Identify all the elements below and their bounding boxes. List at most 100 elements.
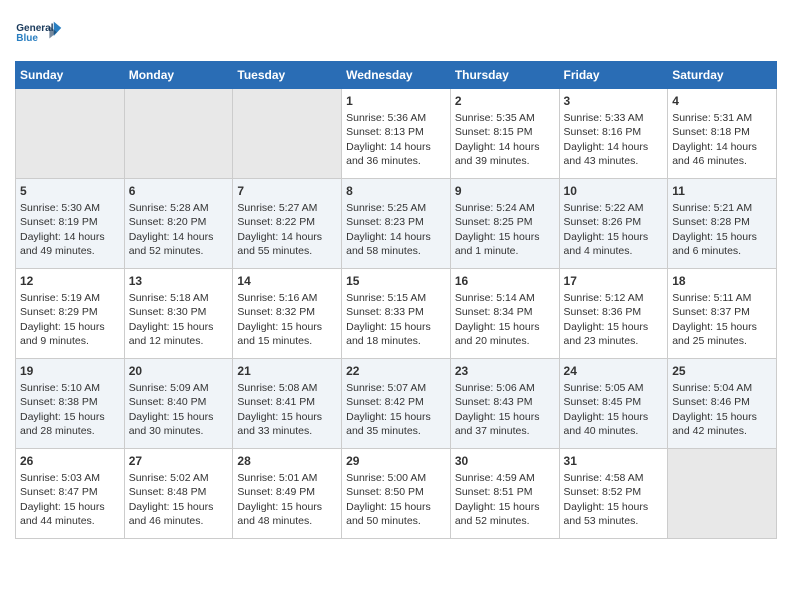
calendar-table: SundayMondayTuesdayWednesdayThursdayFrid… bbox=[15, 61, 777, 539]
svg-text:General: General bbox=[16, 23, 53, 34]
day-number: 21 bbox=[237, 363, 337, 379]
calendar-cell: 9 Sunrise: 5:24 AMSunset: 8:25 PMDaylight… bbox=[450, 179, 559, 269]
day-number: 4 bbox=[672, 93, 772, 109]
day-info: Sunrise: 4:58 AMSunset: 8:52 PMDaylight:… bbox=[564, 471, 664, 528]
day-info: Sunrise: 5:14 AMSunset: 8:34 PMDaylight:… bbox=[455, 291, 555, 348]
day-number: 2 bbox=[455, 93, 555, 109]
day-number: 3 bbox=[564, 93, 664, 109]
day-number: 11 bbox=[672, 183, 772, 199]
day-number: 8 bbox=[346, 183, 446, 199]
day-info: Sunrise: 5:06 AMSunset: 8:43 PMDaylight:… bbox=[455, 381, 555, 438]
day-number: 25 bbox=[672, 363, 772, 379]
day-info: Sunrise: 5:28 AMSunset: 8:20 PMDaylight:… bbox=[129, 201, 229, 258]
day-number: 5 bbox=[20, 183, 120, 199]
day-number: 29 bbox=[346, 453, 446, 469]
calendar-cell: 25 Sunrise: 5:04 AMSunset: 8:46 PMDayligh… bbox=[668, 359, 777, 449]
calendar-cell: 16 Sunrise: 5:14 AMSunset: 8:34 PMDayligh… bbox=[450, 269, 559, 359]
day-info: Sunrise: 5:05 AMSunset: 8:45 PMDaylight:… bbox=[564, 381, 664, 438]
calendar-cell bbox=[233, 89, 342, 179]
day-info: Sunrise: 5:31 AMSunset: 8:18 PMDaylight:… bbox=[672, 111, 772, 168]
day-info: Sunrise: 5:27 AMSunset: 8:22 PMDaylight:… bbox=[237, 201, 337, 258]
header-day-tuesday: Tuesday bbox=[233, 62, 342, 89]
day-number: 17 bbox=[564, 273, 664, 289]
day-number: 22 bbox=[346, 363, 446, 379]
day-info: Sunrise: 5:08 AMSunset: 8:41 PMDaylight:… bbox=[237, 381, 337, 438]
calendar-cell: 20 Sunrise: 5:09 AMSunset: 8:40 PMDayligh… bbox=[124, 359, 233, 449]
day-info: Sunrise: 4:59 AMSunset: 8:51 PMDaylight:… bbox=[455, 471, 555, 528]
calendar-week-1: 1 Sunrise: 5:36 AMSunset: 8:13 PMDaylight… bbox=[16, 89, 777, 179]
calendar-cell: 2 Sunrise: 5:35 AMSunset: 8:15 PMDaylight… bbox=[450, 89, 559, 179]
day-number: 1 bbox=[346, 93, 446, 109]
calendar-cell: 15Sunrise: 5:15 AMSunset: 8:33 PMDayligh… bbox=[342, 269, 451, 359]
day-info: Sunrise: 5:02 AMSunset: 8:48 PMDaylight:… bbox=[129, 471, 229, 528]
calendar-cell: 3 Sunrise: 5:33 AMSunset: 8:16 PMDaylight… bbox=[559, 89, 668, 179]
calendar-cell bbox=[668, 449, 777, 539]
day-number: 26 bbox=[20, 453, 120, 469]
calendar-header-row: SundayMondayTuesdayWednesdayThursdayFrid… bbox=[16, 62, 777, 89]
day-info: Sunrise: 5:11 AMSunset: 8:37 PMDaylight:… bbox=[672, 291, 772, 348]
day-number: 30 bbox=[455, 453, 555, 469]
day-info: Sunrise: 5:12 AMSunset: 8:36 PMDaylight:… bbox=[564, 291, 664, 348]
calendar-cell: 21 Sunrise: 5:08 AMSunset: 8:41 PMDayligh… bbox=[233, 359, 342, 449]
day-number: 28 bbox=[237, 453, 337, 469]
day-info: Sunrise: 5:33 AMSunset: 8:16 PMDaylight:… bbox=[564, 111, 664, 168]
day-info: Sunrise: 5:15 AMSunset: 8:33 PMDaylight:… bbox=[346, 291, 446, 348]
header-day-saturday: Saturday bbox=[668, 62, 777, 89]
day-number: 16 bbox=[455, 273, 555, 289]
calendar-cell: 14 Sunrise: 5:16 AMSunset: 8:32 PMDayligh… bbox=[233, 269, 342, 359]
day-number: 18 bbox=[672, 273, 772, 289]
calendar-week-2: 5 Sunrise: 5:30 AMSunset: 8:19 PMDaylight… bbox=[16, 179, 777, 269]
calendar-cell: 27Sunrise: 5:02 AMSunset: 8:48 PMDayligh… bbox=[124, 449, 233, 539]
svg-text:Blue: Blue bbox=[16, 33, 38, 44]
day-number: 20 bbox=[129, 363, 229, 379]
header-day-friday: Friday bbox=[559, 62, 668, 89]
calendar-week-3: 12 Sunrise: 5:19 AMSunset: 8:29 PMDayligh… bbox=[16, 269, 777, 359]
day-number: 31 bbox=[564, 453, 664, 469]
calendar-cell: 1 Sunrise: 5:36 AMSunset: 8:13 PMDaylight… bbox=[342, 89, 451, 179]
day-number: 14 bbox=[237, 273, 337, 289]
day-info: Sunrise: 5:09 AMSunset: 8:40 PMDaylight:… bbox=[129, 381, 229, 438]
day-info: Sunrise: 5:30 AMSunset: 8:19 PMDaylight:… bbox=[20, 201, 120, 258]
header-day-monday: Monday bbox=[124, 62, 233, 89]
calendar-cell: 12 Sunrise: 5:19 AMSunset: 8:29 PMDayligh… bbox=[16, 269, 125, 359]
calendar-cell: 31 Sunrise: 4:58 AMSunset: 8:52 PMDayligh… bbox=[559, 449, 668, 539]
calendar-cell: 23 Sunrise: 5:06 AMSunset: 8:43 PMDayligh… bbox=[450, 359, 559, 449]
calendar-week-5: 26 Sunrise: 5:03 AMSunset: 8:47 PMDayligh… bbox=[16, 449, 777, 539]
logo-svg: General Blue bbox=[15, 10, 65, 55]
day-number: 12 bbox=[20, 273, 120, 289]
day-number: 7 bbox=[237, 183, 337, 199]
day-info: Sunrise: 5:35 AMSunset: 8:15 PMDaylight:… bbox=[455, 111, 555, 168]
calendar-cell: 18 Sunrise: 5:11 AMSunset: 8:37 PMDayligh… bbox=[668, 269, 777, 359]
logo: General Blue bbox=[15, 10, 65, 55]
day-info: Sunrise: 5:01 AMSunset: 8:49 PMDaylight:… bbox=[237, 471, 337, 528]
day-info: Sunrise: 5:25 AMSunset: 8:23 PMDaylight:… bbox=[346, 201, 446, 258]
day-number: 9 bbox=[455, 183, 555, 199]
calendar-cell: 8 Sunrise: 5:25 AMSunset: 8:23 PMDaylight… bbox=[342, 179, 451, 269]
day-info: Sunrise: 5:21 AMSunset: 8:28 PMDaylight:… bbox=[672, 201, 772, 258]
day-number: 23 bbox=[455, 363, 555, 379]
calendar-cell: 4 Sunrise: 5:31 AMSunset: 8:18 PMDaylight… bbox=[668, 89, 777, 179]
day-info: Sunrise: 5:22 AMSunset: 8:26 PMDaylight:… bbox=[564, 201, 664, 258]
day-info: Sunrise: 5:36 AMSunset: 8:13 PMDaylight:… bbox=[346, 111, 446, 168]
calendar-cell: 26 Sunrise: 5:03 AMSunset: 8:47 PMDayligh… bbox=[16, 449, 125, 539]
calendar-cell bbox=[124, 89, 233, 179]
day-info: Sunrise: 5:03 AMSunset: 8:47 PMDaylight:… bbox=[20, 471, 120, 528]
calendar-cell: 6 Sunrise: 5:28 AMSunset: 8:20 PMDaylight… bbox=[124, 179, 233, 269]
calendar-week-4: 19 Sunrise: 5:10 AMSunset: 8:38 PMDayligh… bbox=[16, 359, 777, 449]
calendar-cell: 13Sunrise: 5:18 AMSunset: 8:30 PMDayligh… bbox=[124, 269, 233, 359]
header-day-thursday: Thursday bbox=[450, 62, 559, 89]
day-number: 10 bbox=[564, 183, 664, 199]
day-info: Sunrise: 5:10 AMSunset: 8:38 PMDaylight:… bbox=[20, 381, 120, 438]
calendar-cell: 22Sunrise: 5:07 AMSunset: 8:42 PMDayligh… bbox=[342, 359, 451, 449]
calendar-cell: 10 Sunrise: 5:22 AMSunset: 8:26 PMDayligh… bbox=[559, 179, 668, 269]
day-info: Sunrise: 5:16 AMSunset: 8:32 PMDaylight:… bbox=[237, 291, 337, 348]
header-day-wednesday: Wednesday bbox=[342, 62, 451, 89]
day-number: 24 bbox=[564, 363, 664, 379]
day-number: 6 bbox=[129, 183, 229, 199]
day-info: Sunrise: 5:24 AMSunset: 8:25 PMDaylight:… bbox=[455, 201, 555, 258]
day-info: Sunrise: 5:18 AMSunset: 8:30 PMDaylight:… bbox=[129, 291, 229, 348]
calendar-cell: 17 Sunrise: 5:12 AMSunset: 8:36 PMDayligh… bbox=[559, 269, 668, 359]
day-info: Sunrise: 5:04 AMSunset: 8:46 PMDaylight:… bbox=[672, 381, 772, 438]
day-info: Sunrise: 5:19 AMSunset: 8:29 PMDaylight:… bbox=[20, 291, 120, 348]
day-number: 19 bbox=[20, 363, 120, 379]
